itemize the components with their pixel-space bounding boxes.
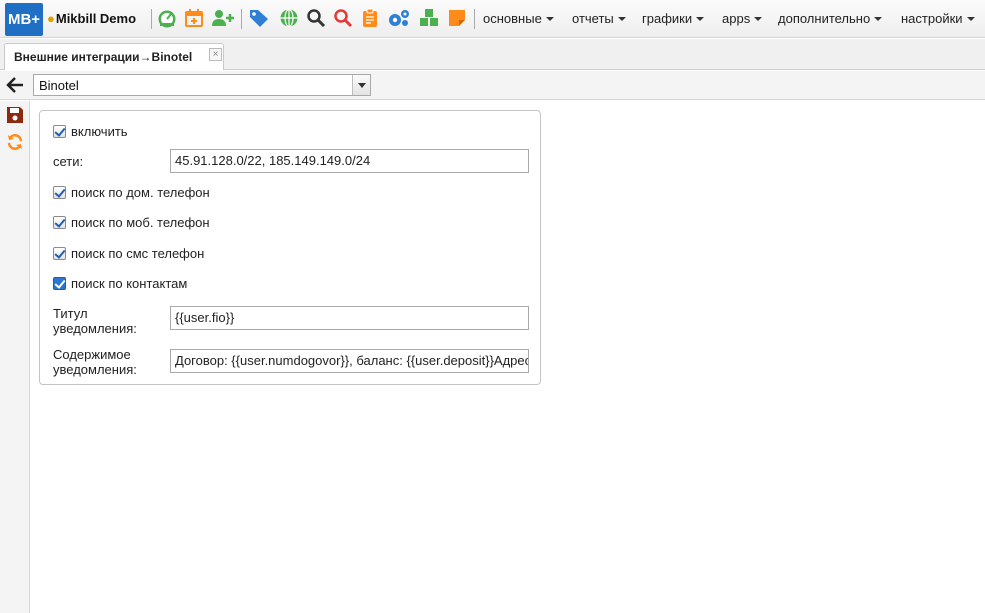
tab-binotel-label: Внешние интеграции→Binotel xyxy=(14,50,193,64)
toolbar-divider xyxy=(151,9,152,29)
notification-title-input[interactable]: {{user.fio}} xyxy=(170,306,529,330)
cogs-icon[interactable] xyxy=(387,8,411,28)
caret-down-icon xyxy=(545,17,554,21)
networks-input[interactable]: 45.91.128.0/22, 185.149.149.0/24 xyxy=(170,149,529,173)
refresh-icon[interactable] xyxy=(6,133,24,151)
search-red-icon[interactable] xyxy=(333,8,353,28)
search-home-phone-label: поиск по дом. телефон xyxy=(71,185,210,200)
search-icon[interactable] xyxy=(306,8,326,28)
toolbar-divider xyxy=(241,9,242,29)
globe-icon[interactable] xyxy=(279,8,299,28)
notification-body-input[interactable]: Договор: {{user.numdogovor}}, баланс: {{… xyxy=(170,349,529,373)
tags-icon[interactable] xyxy=(248,8,271,28)
calendar-add-icon[interactable] xyxy=(184,8,204,28)
notification-body-label-line1: Содержимое xyxy=(53,347,131,362)
sticky-note-icon[interactable] xyxy=(447,8,467,28)
caret-down-icon xyxy=(696,17,705,21)
integration-select-value: Binotel xyxy=(39,78,79,93)
search-sms-phone-label: поиск по смс телефон xyxy=(71,246,205,261)
caret-down-icon xyxy=(754,17,763,21)
menu-graphs[interactable]: графики xyxy=(642,11,705,26)
left-action-bar xyxy=(0,101,30,613)
save-icon[interactable] xyxy=(6,106,24,124)
enable-label: включить xyxy=(71,124,128,139)
brand-name[interactable]: ●Mikbill Demo xyxy=(47,11,136,26)
enable-checkbox[interactable] xyxy=(53,125,66,138)
menu-apps-label: apps xyxy=(722,11,751,26)
menu-additional-label: дополнительно xyxy=(778,11,871,26)
record-toolbar: Binotel xyxy=(0,71,985,100)
caret-down-icon xyxy=(966,17,975,21)
caret-down-icon xyxy=(874,17,883,21)
search-contacts-label: поиск по контактам xyxy=(71,276,188,291)
back-arrow-icon[interactable] xyxy=(5,75,25,95)
caret-down-icon xyxy=(617,17,626,21)
integration-select[interactable]: Binotel xyxy=(33,74,371,96)
top-navbar: MB+ ●Mikbill Demo основные отчеты график… xyxy=(0,0,985,38)
cubes-icon[interactable] xyxy=(418,8,440,28)
networks-label: сети: xyxy=(53,154,84,169)
search-contacts-checkbox[interactable] xyxy=(53,277,66,290)
menu-additional[interactable]: дополнительно xyxy=(778,11,883,26)
toolbar-divider xyxy=(474,9,475,29)
clipboard-icon[interactable] xyxy=(360,8,380,28)
tab-close-icon[interactable]: × xyxy=(209,48,222,61)
menu-reports[interactable]: отчеты xyxy=(572,11,626,26)
search-mobile-phone-label: поиск по моб. телефон xyxy=(71,215,210,230)
binotel-settings-form: включить сети: 45.91.128.0/22, 185.149.1… xyxy=(39,110,541,385)
search-sms-phone-checkbox[interactable] xyxy=(53,247,66,260)
cat-icon: ● xyxy=(47,11,55,26)
menu-graphs-label: графики xyxy=(642,11,693,26)
brand-label: Mikbill Demo xyxy=(55,11,137,26)
notification-body-label: Содержимое уведомления: xyxy=(53,347,137,377)
app-logo[interactable]: MB+ xyxy=(5,3,43,36)
menu-settings-label: настройки xyxy=(901,11,963,26)
menu-apps[interactable]: apps xyxy=(722,11,763,26)
notification-body-label-line2: уведомления: xyxy=(53,362,137,377)
search-mobile-phone-checkbox[interactable] xyxy=(53,216,66,229)
chevron-down-icon[interactable] xyxy=(352,75,370,95)
menu-basic-label: основные xyxy=(483,11,542,26)
tab-bar: Внешние интеграции→Binotel × xyxy=(0,39,985,70)
notification-title-label-line2: уведомления: xyxy=(53,321,137,336)
menu-settings[interactable]: настройки xyxy=(901,11,975,26)
dashboard-icon[interactable] xyxy=(157,8,177,28)
menu-reports-label: отчеты xyxy=(572,11,614,26)
tab-binotel[interactable]: Внешние интеграции→Binotel × xyxy=(4,43,224,70)
menu-basic[interactable]: основные xyxy=(483,11,554,26)
search-home-phone-checkbox[interactable] xyxy=(53,186,66,199)
notification-title-label: Титул уведомления: xyxy=(53,306,137,336)
add-user-icon[interactable] xyxy=(211,8,235,28)
notification-title-label-line1: Титул xyxy=(53,306,88,321)
